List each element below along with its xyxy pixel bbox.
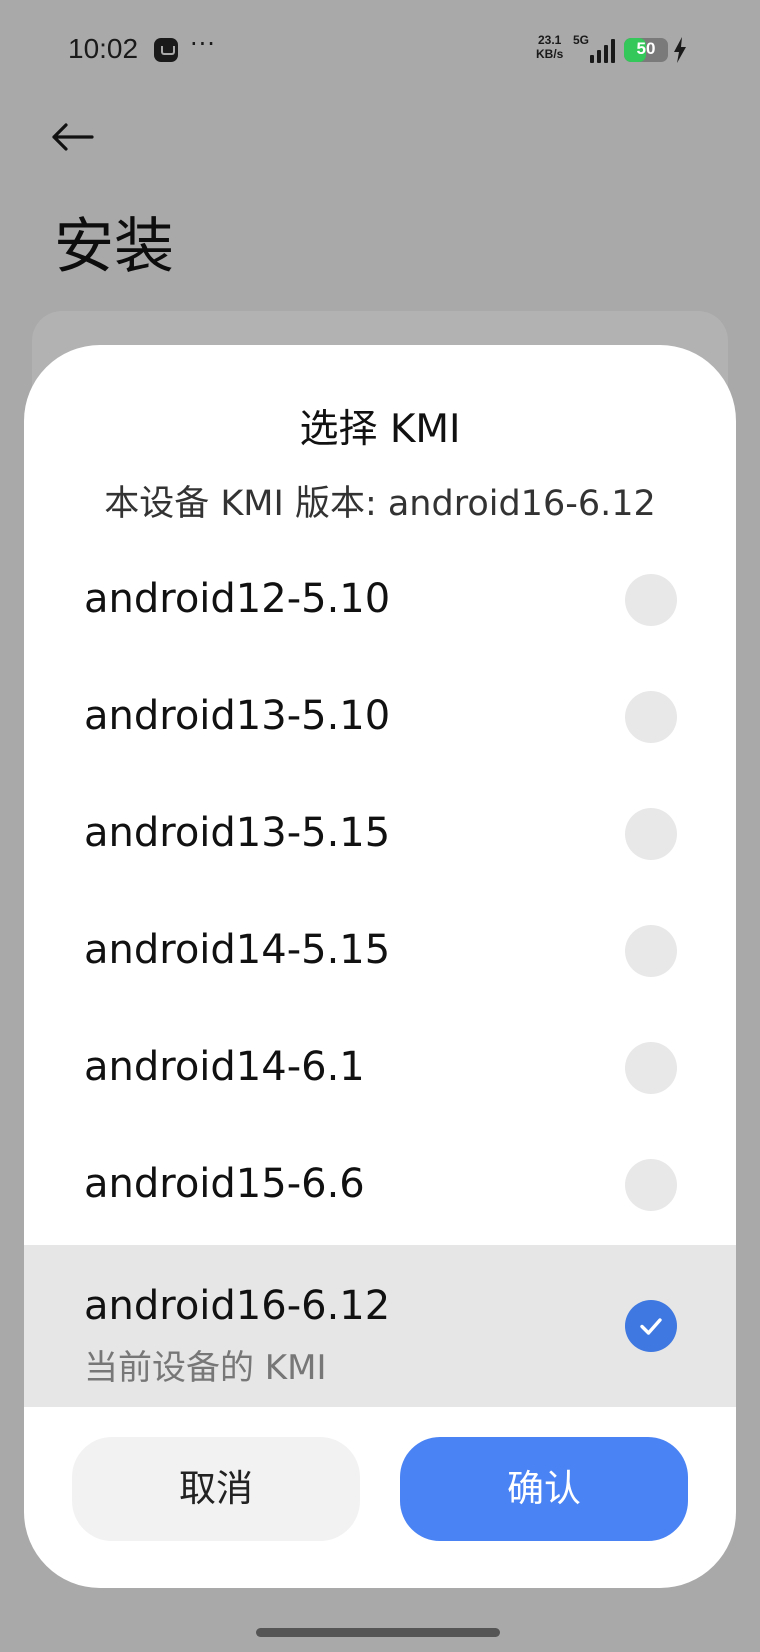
kmi-option-radio[interactable] (625, 691, 677, 743)
kmi-option-label: android16-6.12 (84, 1283, 391, 1329)
kmi-option-sublabel: 当前设备的 KMI (84, 1348, 327, 1388)
more-notifications-icon: ··· (190, 30, 216, 58)
kmi-option-radio-checked[interactable] (625, 1300, 677, 1352)
select-kmi-dialog: 选择 KMI 本设备 KMI 版本: android16-6.12 androi… (24, 345, 736, 1588)
device-kmi-version: 本设备 KMI 版本: android16-6.12 (104, 484, 656, 524)
dialog-title: 选择 KMI (299, 407, 461, 452)
kmi-option-label: android12-5.10 (84, 576, 391, 622)
mi-home-icon (154, 38, 178, 62)
status-bar: 10:02 ··· 23.1 KB/s 5G 50 (0, 0, 760, 100)
kmi-option-label: android14-6.1 (84, 1044, 365, 1090)
signal-strength-icon (590, 39, 616, 63)
kmi-list: android12-5.10 android13-5.10 android13-… (24, 541, 736, 1407)
home-indicator[interactable] (256, 1628, 500, 1637)
network-speed: 23.1 KB/s (536, 33, 563, 61)
back-arrow-icon[interactable] (50, 122, 94, 152)
check-icon (640, 1318, 662, 1335)
page-title: 安装 (54, 212, 174, 282)
kmi-option[interactable]: android12-5.10 (24, 541, 736, 658)
battery-icon: 50 (624, 38, 668, 62)
kmi-option-label: android13-5.15 (84, 810, 391, 856)
lightning-icon (674, 37, 686, 63)
kmi-option[interactable]: android13-5.15 (24, 775, 736, 892)
kmi-option-label: android15-6.6 (84, 1161, 365, 1207)
battery-level: 50 (636, 39, 656, 58)
kmi-option-radio[interactable] (625, 1042, 677, 1094)
kmi-option[interactable]: android14-6.1 (24, 1009, 736, 1126)
kmi-option-label: android14-5.15 (84, 927, 391, 973)
status-time: 10:02 (68, 33, 139, 64)
kmi-option[interactable]: android13-5.10 (24, 658, 736, 775)
network-speed-value: 23.1 (537, 33, 562, 47)
kmi-option-radio[interactable] (625, 574, 677, 626)
kmi-option-radio[interactable] (625, 1159, 677, 1211)
kmi-option[interactable]: android15-6.6 (24, 1126, 736, 1243)
network-speed-unit: KB/s (536, 47, 564, 61)
cancel-button[interactable]: 取消 (72, 1437, 360, 1541)
kmi-option-radio[interactable] (625, 808, 677, 860)
kmi-option[interactable]: android14-5.15 (24, 892, 736, 1009)
kmi-option-label: android13-5.10 (84, 693, 391, 739)
confirm-button[interactable]: 确认 (400, 1437, 688, 1541)
kmi-option-radio[interactable] (625, 925, 677, 977)
kmi-option-selected[interactable]: android16-6.12 当前设备的 KMI (24, 1245, 736, 1407)
network-type: 5G (573, 33, 590, 47)
